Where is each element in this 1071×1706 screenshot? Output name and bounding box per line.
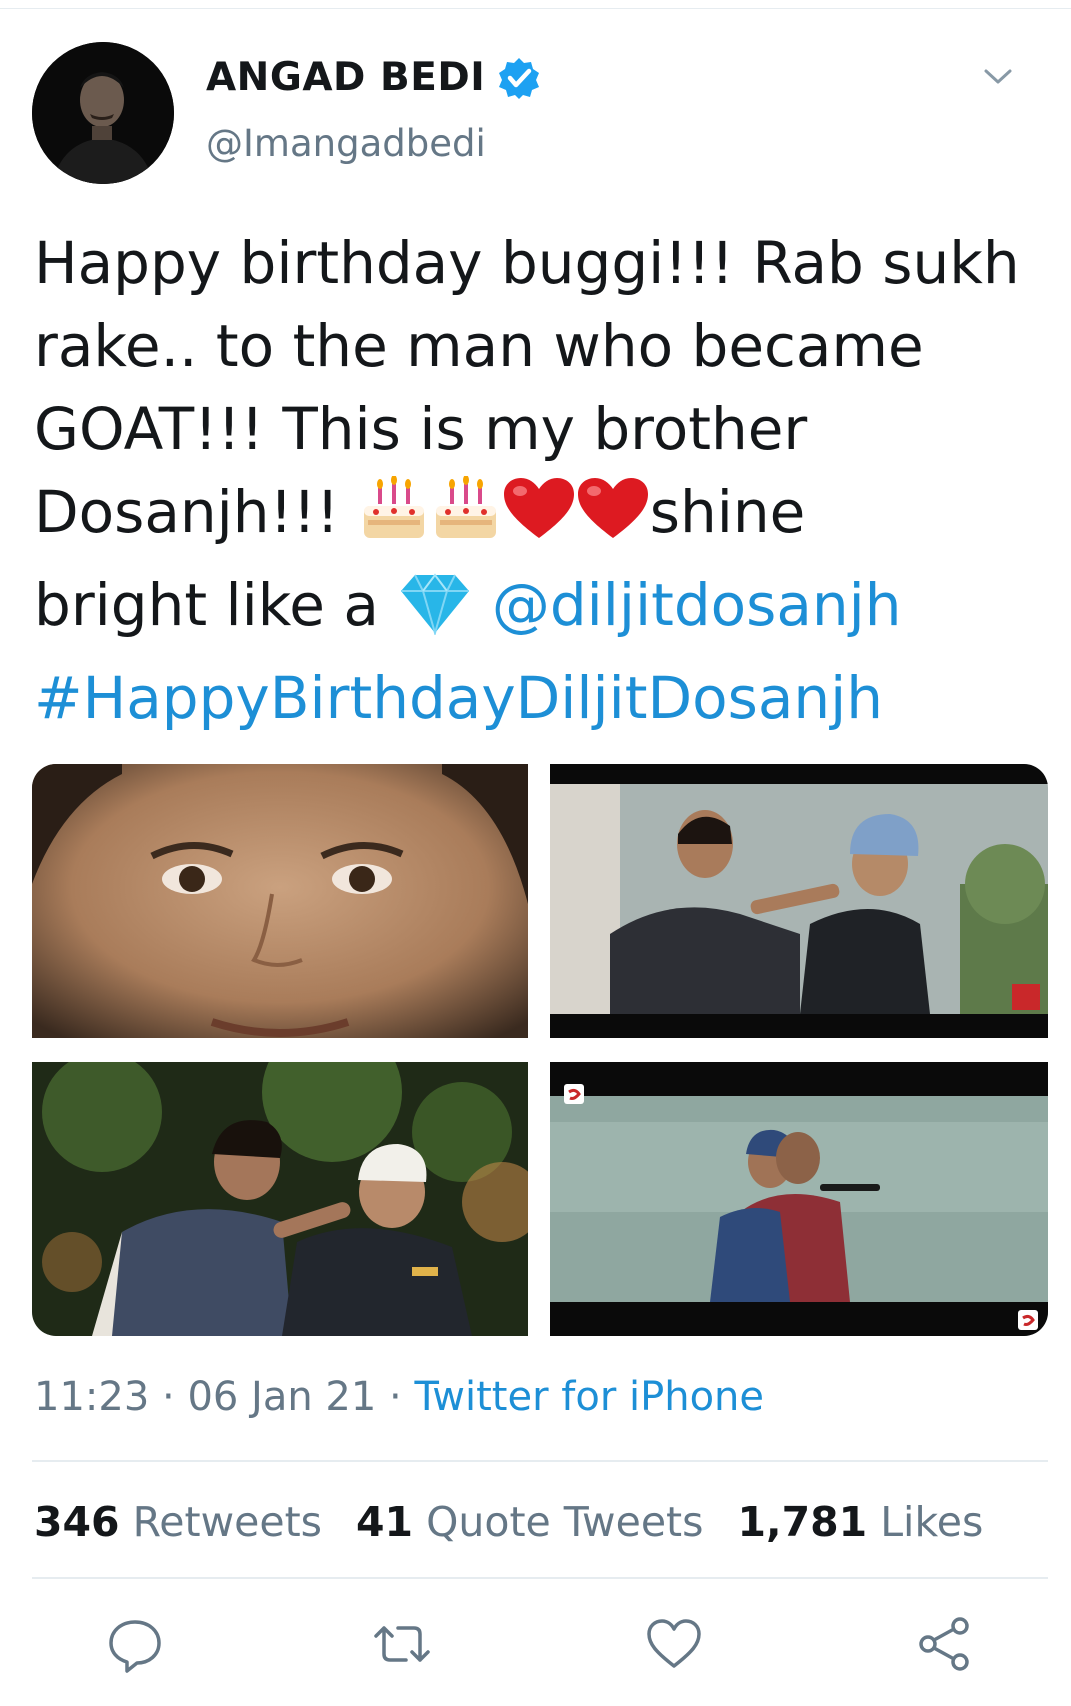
quote-tweets-stat[interactable]: 41 Quote Tweets — [356, 1498, 703, 1546]
tweet-text-line: rake.. to the man who became — [34, 312, 924, 380]
meta-separator: · — [149, 1374, 188, 1420]
tweet-source-link[interactable]: Twitter for iPhone — [414, 1374, 764, 1420]
red-heart-icon — [502, 476, 576, 564]
likes-label: Likes — [880, 1498, 984, 1546]
tweet-photo[interactable] — [550, 764, 1048, 1038]
like-icon[interactable] — [644, 1614, 704, 1674]
likes-count: 1,781 — [737, 1498, 868, 1546]
tweet-body: Happy birthday buggi!!! Rab sukh rake.. … — [34, 222, 1044, 740]
quote-tweets-label: Quote Tweets — [426, 1498, 704, 1546]
meta-separator: · — [376, 1374, 415, 1420]
tweet-stats: 346 Retweets 41 Quote Tweets 1,781 Likes — [34, 1498, 983, 1546]
retweet-icon[interactable] — [372, 1614, 432, 1674]
tweet-date: 06 Jan 21 — [187, 1374, 377, 1420]
tweet-text-fragment: bright like a — [34, 571, 398, 639]
birthday-cake-icon — [430, 475, 502, 564]
mention-link[interactable]: @diljitdosanjh — [492, 571, 902, 639]
tweet-photo[interactable] — [550, 1062, 1048, 1336]
tweet-text-line: Dosanjh!!! shine — [34, 471, 1044, 564]
verified-badge-icon — [497, 56, 541, 100]
tweet-photo[interactable] — [32, 764, 528, 1038]
reply-icon[interactable] — [105, 1614, 165, 1674]
divider — [32, 1460, 1048, 1462]
retweets-stat[interactable]: 346 Retweets — [34, 1498, 322, 1546]
share-icon[interactable] — [914, 1614, 974, 1674]
retweets-label: Retweets — [132, 1498, 323, 1546]
tweet-text-line: GOAT!!! This is my brother — [34, 395, 808, 463]
tweet-text-line: Happy birthday buggi!!! Rab sukh — [34, 229, 1020, 297]
quote-tweets-count: 41 — [356, 1498, 414, 1546]
red-heart-icon — [576, 476, 650, 564]
hashtag-link[interactable]: #HappyBirthdayDiljitDosanjh — [34, 664, 883, 732]
divider — [32, 1577, 1048, 1579]
tweet-photo[interactable] — [32, 1062, 528, 1336]
top-divider — [0, 8, 1071, 9]
likes-stat[interactable]: 1,781 Likes — [737, 1498, 983, 1546]
gem-stone-icon — [397, 571, 473, 657]
birthday-cake-icon — [358, 475, 430, 564]
chevron-down-icon[interactable] — [983, 66, 1013, 88]
tweet-text-line: bright like a @diljitdosanjh — [34, 564, 1044, 657]
tweet-meta: 11:23 · 06 Jan 21 · Twitter for iPhone — [34, 1374, 764, 1420]
tweet-text-fragment: shine — [649, 478, 806, 546]
avatar[interactable] — [32, 42, 174, 184]
author-name-text: ANGAD BEDI — [206, 55, 486, 100]
tweet-time: 11:23 — [34, 1374, 150, 1420]
tweet-text-line: #HappyBirthdayDiljitDosanjh — [34, 657, 1044, 740]
author-handle[interactable]: @Imangadbedi — [206, 122, 486, 165]
tweet-text-fragment: Dosanjh!!! — [34, 478, 358, 546]
author-display-name[interactable]: ANGAD BEDI — [206, 55, 541, 100]
photo-grid — [32, 764, 1048, 1336]
retweets-count: 346 — [34, 1498, 120, 1546]
